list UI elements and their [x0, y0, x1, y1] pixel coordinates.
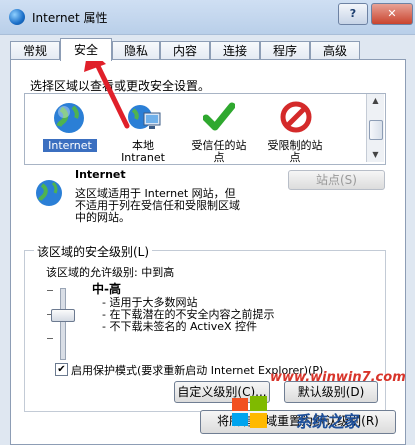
windows-logo-icon [232, 396, 267, 428]
tab-security[interactable]: 安全 [60, 38, 112, 61]
watermark-logo [230, 392, 270, 435]
watermark-brand: 系统之家 [296, 412, 361, 431]
watermark-site: www.winwin7.com [270, 370, 406, 385]
